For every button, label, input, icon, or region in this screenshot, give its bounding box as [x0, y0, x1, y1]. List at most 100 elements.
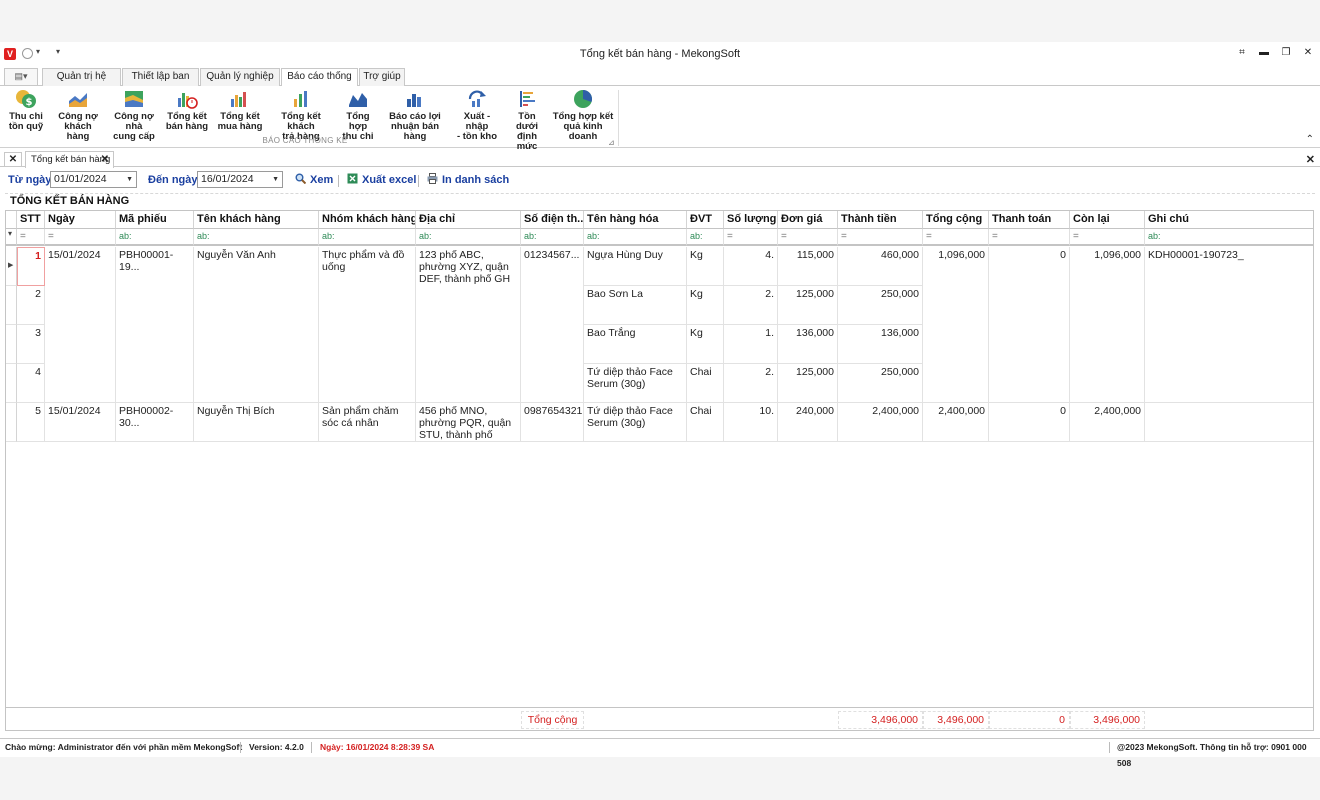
table-cell-ma-phieu[interactable]: PBH00002-30...	[116, 403, 194, 442]
table-cell-thanh-toan[interactable]: 0	[989, 247, 1070, 403]
tab-quan-tri-he-thong[interactable]: Quản trị hệ thống	[42, 68, 121, 98]
table-cell-dvt[interactable]: Kg	[687, 325, 724, 364]
table-cell-dia-chi[interactable]: 456 phố MNO, phường PQR, quận STU, thành…	[416, 403, 521, 442]
filter-cell-ma-phieu[interactable]: ab:	[116, 229, 194, 246]
table-cell-thanh-tien[interactable]: 2,400,000	[838, 403, 923, 442]
col-header-thanh-tien[interactable]: Thành tiền	[838, 211, 923, 229]
table-cell-nhom-khach-hang[interactable]: Thực phẩm và đồ uống	[319, 247, 416, 403]
ribbon-tong-ket-ban-hang-button[interactable]: Tổng kết bán hàng	[164, 89, 210, 132]
col-header-so-luong[interactable]: Số lượng	[724, 211, 778, 229]
tab-tong-ket-ban-hang[interactable]: Tổng kết bán hàng ✕	[25, 151, 114, 168]
col-header-ten-hang-hoa[interactable]: Tên hàng hóa	[584, 211, 687, 229]
filter-cell-dia-chi[interactable]: ab:	[416, 229, 521, 246]
col-header-ngay[interactable]: Ngày	[45, 211, 116, 229]
tab-thiet-lap-ban-dau[interactable]: Thiết lập ban đầu	[122, 68, 199, 98]
print-list-button[interactable]: In danh sách	[427, 173, 509, 186]
ribbon-tong-hop-thu-chi-button[interactable]: Tổng hợp thu chi	[336, 89, 380, 142]
row-indicator-current[interactable]: ▶	[6, 247, 17, 286]
table-cell-dvt[interactable]: Chai	[687, 364, 724, 403]
sales-summary-grid[interactable]: ▾ STT Ngày Mã phiếu Tên khách hàng Nhóm …	[5, 210, 1314, 731]
table-cell-dvt[interactable]: Chai	[687, 403, 724, 442]
col-header-dvt[interactable]: ĐVT	[687, 211, 724, 229]
ribbon-tong-ket-khach-tra-hang-button[interactable]: Tổng kết khách trả hàng	[268, 89, 334, 142]
table-cell-so-luong[interactable]: 2.	[724, 364, 778, 403]
chevron-down-icon[interactable]: ▼	[272, 172, 279, 187]
close-document-icon[interactable]: ✕	[1306, 153, 1315, 166]
close-tab-icon[interactable]: ✕	[101, 152, 109, 167]
tab-quan-ly-nghiep-vu[interactable]: Quản lý nghiệp vụ	[200, 68, 280, 98]
table-cell-dvt[interactable]: Kg	[687, 247, 724, 286]
view-button[interactable]: Xem	[295, 173, 333, 186]
table-cell-thanh-tien[interactable]: 136,000	[838, 325, 923, 364]
col-header-don-gia[interactable]: Đơn giá	[778, 211, 838, 229]
col-header-tong-cong[interactable]: Tổng cộng	[923, 211, 989, 229]
col-header-ten-khach-hang[interactable]: Tên khách hàng	[194, 211, 319, 229]
fullscreen-icon[interactable]: ⌗	[1236, 47, 1248, 58]
table-cell-so-luong[interactable]: 2.	[724, 286, 778, 325]
group-launcher-icon[interactable]: ⊿	[608, 138, 615, 147]
table-cell-thanh-tien[interactable]: 460,000	[838, 247, 923, 286]
table-cell-ten-hang-hoa[interactable]: Ngựa Hùng Duy	[584, 247, 687, 286]
col-header-so-dien-thoai[interactable]: Số điện th...	[521, 211, 584, 229]
ribbon-cong-no-nha-cung-cap-button[interactable]: Công nợ nhà cung cấp	[108, 89, 160, 142]
row-indicator[interactable]	[6, 364, 17, 403]
table-cell-so-luong[interactable]: 10.	[724, 403, 778, 442]
close-all-tabs-icon[interactable]: ✕	[4, 152, 22, 167]
filter-cell-tong-cong[interactable]: =	[923, 229, 989, 246]
table-cell-don-gia[interactable]: 240,000	[778, 403, 838, 442]
table-cell-stt[interactable]: 4	[17, 364, 45, 403]
to-date-field[interactable]: 16/01/2024 ▼	[197, 171, 283, 188]
filter-row-icon[interactable]: ▾	[6, 229, 17, 246]
filter-cell-ngay[interactable]: =	[45, 229, 116, 246]
table-cell-don-gia[interactable]: 125,000	[778, 364, 838, 403]
app-menu-button[interactable]: ▤▾	[4, 68, 38, 85]
ribbon-thu-chi-ton-quy-button[interactable]: $ Thu chi tồn quỹ	[4, 89, 48, 132]
table-cell-dvt[interactable]: Kg	[687, 286, 724, 325]
table-cell-ten-hang-hoa[interactable]: Bao Sơn La	[584, 286, 687, 325]
col-header-stt[interactable]: STT	[17, 211, 45, 229]
filter-cell-ten-khach-hang[interactable]: ab:	[194, 229, 319, 246]
ribbon-tong-ket-mua-hang-button[interactable]: Tổng kết mua hàng	[216, 89, 264, 132]
ribbon-xuat-nhap-ton-kho-button[interactable]: Xuất - nhập - tồn kho	[452, 89, 502, 142]
filter-cell-dvt[interactable]: ab:	[687, 229, 724, 246]
table-cell-stt[interactable]: 2	[17, 286, 45, 325]
minimize-icon[interactable]: ▬	[1258, 47, 1270, 58]
close-icon[interactable]: ✕	[1302, 47, 1314, 58]
col-header-ma-phieu[interactable]: Mã phiếu	[116, 211, 194, 229]
filter-cell-con-lai[interactable]: =	[1070, 229, 1145, 246]
table-cell-so-luong[interactable]: 1.	[724, 325, 778, 364]
table-cell-tong-cong[interactable]: 1,096,000	[923, 247, 989, 403]
table-cell-thanh-toan[interactable]: 0	[989, 403, 1070, 442]
restore-icon[interactable]: ❐	[1280, 47, 1292, 58]
col-header-dia-chi[interactable]: Địa chỉ	[416, 211, 521, 229]
export-excel-button[interactable]: Xuất excel	[347, 173, 416, 186]
table-cell-thanh-tien[interactable]: 250,000	[838, 364, 923, 403]
filter-cell-thanh-toan[interactable]: =	[989, 229, 1070, 246]
table-cell-so-luong[interactable]: 4.	[724, 247, 778, 286]
table-cell-ten-khach-hang[interactable]: Nguyễn Văn Anh	[194, 247, 319, 403]
table-cell-ma-phieu[interactable]: PBH00001-19...	[116, 247, 194, 403]
from-date-field[interactable]: 01/01/2024 ▼	[50, 171, 137, 188]
col-header-ghi-chu[interactable]: Ghi chú	[1145, 211, 1313, 229]
table-cell-ten-hang-hoa[interactable]: Bao Trắng	[584, 325, 687, 364]
row-indicator[interactable]	[6, 286, 17, 325]
table-cell-con-lai[interactable]: 1,096,000	[1070, 247, 1145, 403]
ribbon-bao-cao-loi-nhuan-button[interactable]: Báo cáo lợi nhuận bán hàng	[382, 89, 448, 142]
table-cell-ten-hang-hoa[interactable]: Tứ diệp thảo Face Serum (30g)	[584, 403, 687, 442]
filter-cell-so-dien-thoai[interactable]: ab:	[521, 229, 584, 246]
filter-cell-nhom-khach-hang[interactable]: ab:	[319, 229, 416, 246]
table-cell-don-gia[interactable]: 115,000	[778, 247, 838, 286]
table-cell-tong-cong[interactable]: 2,400,000	[923, 403, 989, 442]
table-cell-stt[interactable]: 1	[17, 247, 45, 286]
table-cell-dia-chi[interactable]: 123 phố ABC, phường XYZ, quận DEF, thành…	[416, 247, 521, 403]
row-indicator[interactable]	[6, 403, 17, 442]
table-cell-nhom-khach-hang[interactable]: Sản phẩm chăm sóc cá nhân	[319, 403, 416, 442]
chevron-down-icon[interactable]: ▼	[126, 172, 133, 187]
table-cell-stt[interactable]: 5	[17, 403, 45, 442]
table-cell-stt[interactable]: 3	[17, 325, 45, 364]
table-cell-ngay[interactable]: 15/01/2024	[45, 247, 116, 403]
table-cell-don-gia[interactable]: 125,000	[778, 286, 838, 325]
tab-tro-giup[interactable]: Trợ giúp	[359, 68, 405, 86]
col-header-con-lai[interactable]: Còn lại	[1070, 211, 1145, 229]
filter-cell-so-luong[interactable]: =	[724, 229, 778, 246]
